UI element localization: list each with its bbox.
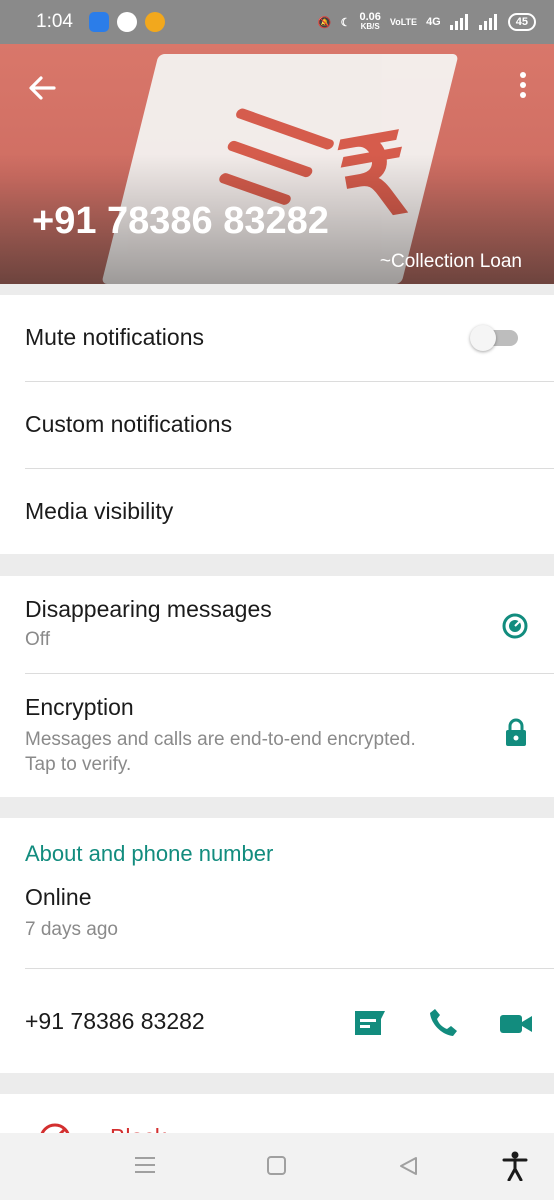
app-notification-icon [88, 12, 109, 32]
video-call-icon[interactable] [499, 1013, 533, 1035]
block-card: Block [0, 1094, 554, 1133]
media-visibility-label: Media visibility [25, 498, 174, 524]
mute-notifications-label: Mute notifications [25, 324, 204, 350]
volte-indicator: VoLTE [389, 17, 418, 27]
moon-icon: ☾ [340, 16, 351, 29]
system-nav-bar [0, 1133, 554, 1200]
custom-notifications-row[interactable]: Custom notifications [0, 382, 554, 468]
about-status-row[interactable]: Online 7 days ago [0, 884, 554, 968]
encryption-verify-text: Tap to verify. [25, 754, 132, 775]
dnd-bell-icon: 🔕 [317, 16, 332, 29]
contact-header: ₹ +91 78386 83282 ~Collection Loan [0, 44, 554, 284]
privacy-card: Disappearing messages Off Encryption Mes… [0, 576, 554, 797]
encryption-label: Encryption [25, 694, 134, 720]
mute-notifications-row[interactable]: Mute notifications [0, 295, 554, 381]
signal-icon [478, 14, 497, 30]
network-type: 4G [426, 16, 441, 28]
back-triangle-icon[interactable] [397, 1155, 419, 1177]
block-label: Block [110, 1124, 166, 1133]
phone-call-icon[interactable] [428, 1007, 458, 1037]
encryption-description: Messages and calls are end-to-end encryp… [25, 729, 416, 750]
about-status-date: 7 days ago [25, 919, 118, 940]
block-row[interactable]: Block [0, 1094, 554, 1133]
mute-toggle[interactable] [470, 325, 518, 351]
menu-icon[interactable] [133, 1155, 157, 1175]
custom-notifications-label: Custom notifications [25, 411, 233, 437]
message-icon[interactable] [353, 1009, 387, 1037]
status-bar: 1:04 🔕 ☾ 0.06 KB/S VoLTE 4G 45 [0, 0, 554, 44]
lock-icon [506, 718, 526, 746]
phone-number-row[interactable]: +91 78386 83282 [0, 969, 554, 1073]
phone-number-text: +91 78386 83282 [25, 1008, 205, 1034]
about-section-title: About and phone number [25, 841, 274, 866]
status-right: 🔕 ☾ 0.06 KB/S VoLTE 4G 45 [318, 12, 536, 32]
signal-icon [449, 14, 468, 30]
network-speed: 0.06 KB/S [359, 11, 381, 32]
home-square-icon[interactable] [266, 1155, 288, 1177]
status-time: 1:04 [36, 11, 73, 32]
encryption-row[interactable]: Encryption Messages and calls are end-to… [0, 674, 554, 797]
about-card: About and phone number Online 7 days ago… [0, 818, 554, 1073]
disappearing-messages-label: Disappearing messages [25, 596, 272, 622]
contact-subtitle: ~Collection Loan [379, 251, 522, 272]
timer-icon [502, 613, 528, 639]
app-notification-icon [116, 12, 137, 32]
more-options-icon[interactable] [518, 72, 528, 104]
about-status-text: Online [25, 884, 92, 910]
disappearing-messages-status: Off [25, 629, 50, 650]
contact-title: +91 78386 83282 [32, 200, 329, 242]
back-arrow-icon[interactable] [24, 70, 60, 106]
block-icon [40, 1123, 70, 1133]
disappearing-messages-row[interactable]: Disappearing messages Off [0, 576, 554, 673]
accessibility-icon[interactable] [502, 1151, 528, 1181]
media-visibility-row[interactable]: Media visibility [0, 469, 554, 554]
app-notification-icon [144, 12, 165, 32]
battery-indicator: 45 [507, 13, 536, 31]
notifications-card: Mute notifications Custom notifications … [0, 295, 554, 554]
